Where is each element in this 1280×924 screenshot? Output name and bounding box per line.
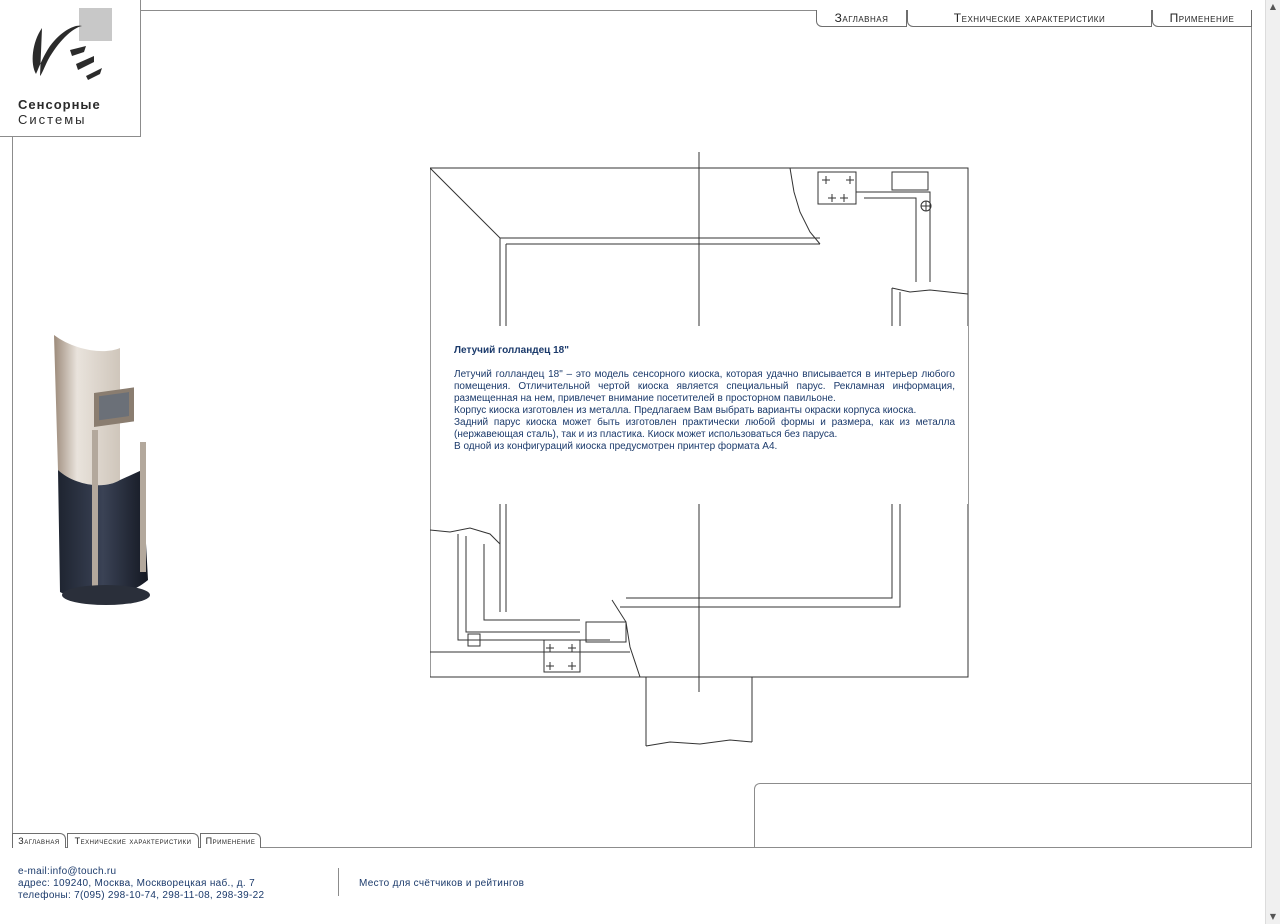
footer-divider <box>338 868 339 896</box>
nav-bottom-specs-tab[interactable]: Технические характеристики <box>67 833 199 848</box>
counters-placeholder-text: Место для счётчиков и рейтингов <box>359 878 525 889</box>
logo-swoosh-icon <box>32 25 102 80</box>
footer-phones: телефоны: 7(095) 298-10-74, 298-11-08, 2… <box>18 890 265 901</box>
counter-box <box>754 783 1252 848</box>
footer-address: адрес: 109240, Москва, Москворецкая наб.… <box>18 878 255 889</box>
description-paragraph: В одной из конфигураций киоска предусмот… <box>454 441 778 452</box>
vertical-scrollbar[interactable]: ▲ ▼ <box>1265 0 1280 924</box>
description-paragraph: Летучий голландец 18" – это модель сенсо… <box>454 369 955 404</box>
scroll-up-arrow-icon[interactable]: ▲ <box>1266 0 1280 14</box>
scroll-down-arrow-icon[interactable]: ▼ <box>1266 910 1280 924</box>
logo-text-line1: Сенсорные <box>18 97 101 112</box>
description-paragraph: Корпус киоска изготовлен из металла. Пре… <box>454 405 917 416</box>
footer-email-link[interactable]: e-mail:info@touch.ru <box>18 866 264 878</box>
footer-contact: e-mail:info@touch.ru адрес: 109240, Моск… <box>18 866 264 902</box>
logo[interactable]: Сенсорные Системы <box>0 0 141 137</box>
nav-bottom-home-tab[interactable]: Заглавная <box>12 833 66 848</box>
nav-bottom-usage-tab[interactable]: Применение <box>200 833 261 848</box>
kiosk-photo <box>54 335 150 605</box>
nav-top-specs-tab[interactable]: Технические характеристики <box>907 10 1152 27</box>
description-body: Летучий голландец 18" – это модель сенсо… <box>454 369 955 453</box>
description-paragraph: Задний парус киоска может быть изготовле… <box>454 417 955 440</box>
logo-text-line2: Системы <box>18 112 87 127</box>
nav-top-usage-tab[interactable]: Применение <box>1152 10 1252 27</box>
nav-top-home-tab[interactable]: Заглавная <box>816 10 907 27</box>
description-title: Летучий голландец 18" <box>454 345 569 356</box>
